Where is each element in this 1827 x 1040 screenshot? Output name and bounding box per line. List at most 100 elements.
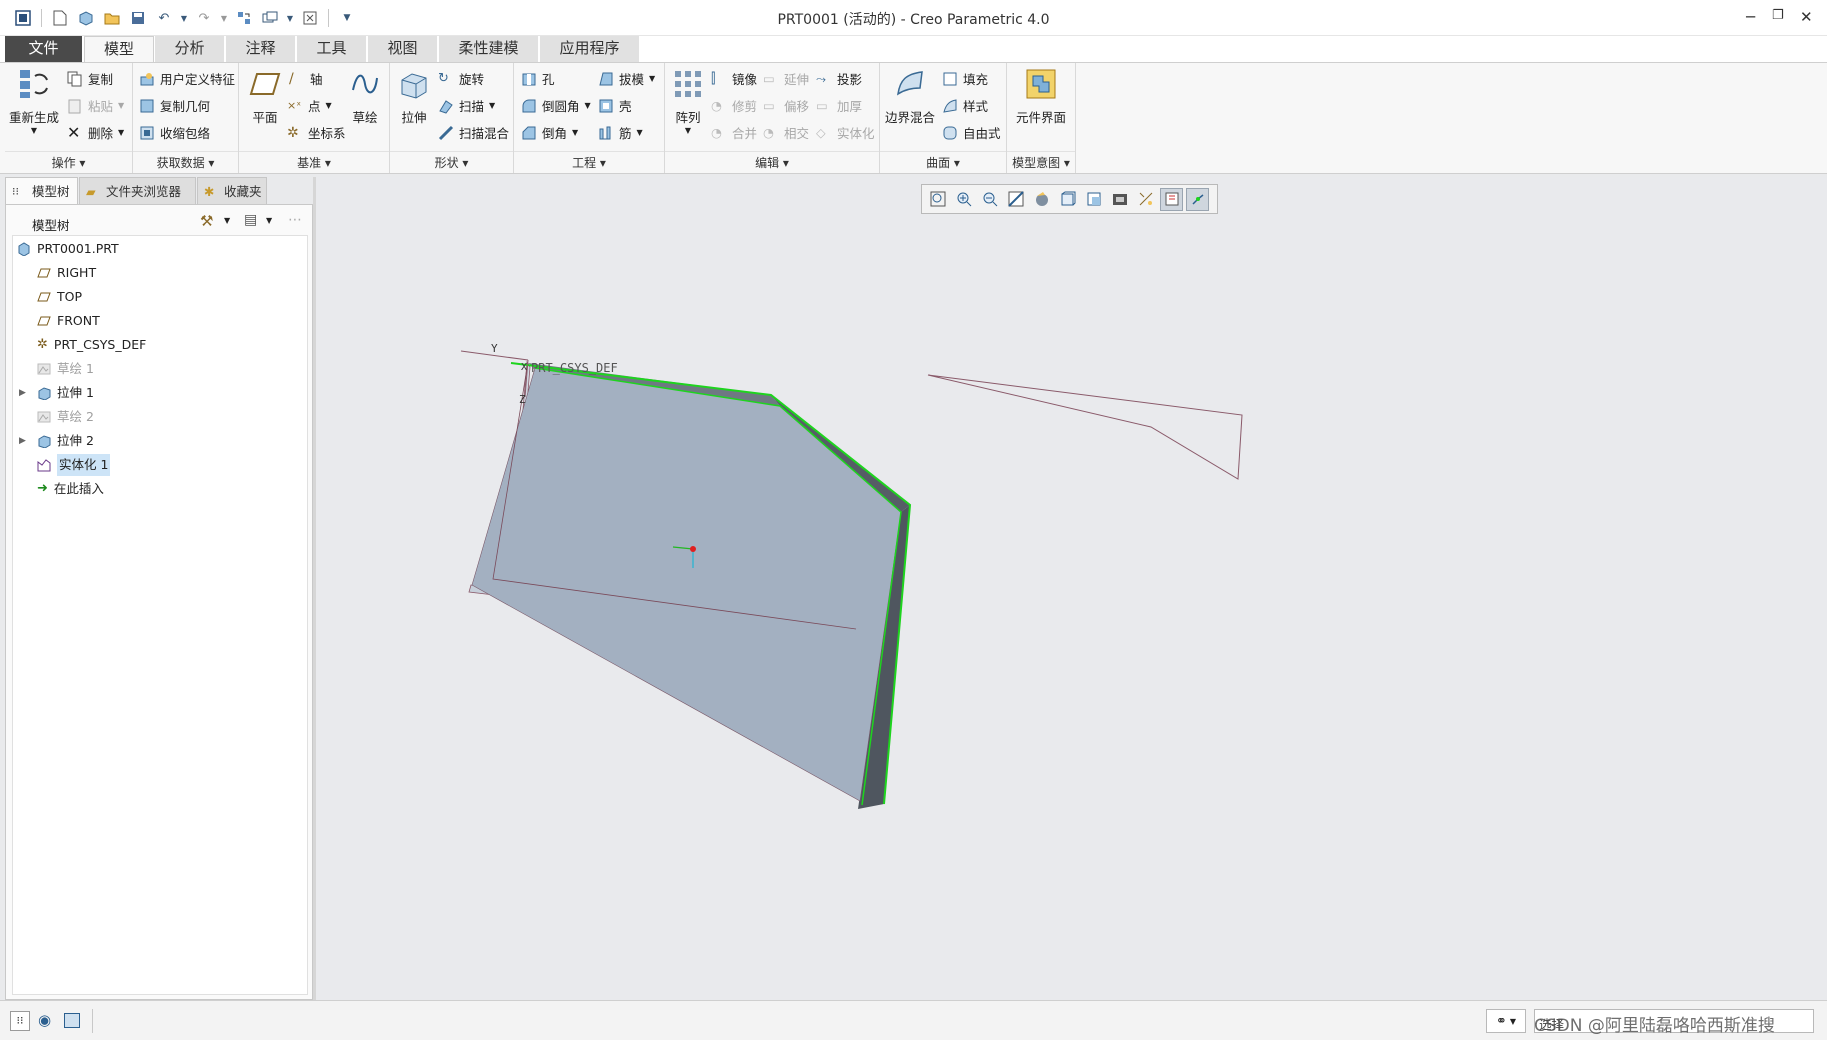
model-view[interactable]: Y Z X PRT_CSYS_DEF [316, 177, 1827, 1000]
fill-button[interactable]: 填充 [942, 69, 988, 88]
minimize-icon[interactable]: ─ [1746, 8, 1755, 26]
group-title-get-data[interactable]: 获取数据 ▾ [133, 151, 238, 173]
zoom-out-icon[interactable] [978, 188, 1001, 211]
tree-item-extrude-2[interactable]: ▶ 拉伸 2 [19, 430, 94, 452]
show-browser-icon[interactable]: ◉ [38, 1011, 51, 1029]
tree-show-icon[interactable]: ▤ [244, 212, 257, 228]
regenerate-button[interactable]: 重新生成 ▼ [7, 68, 61, 135]
merge-button[interactable]: ◔ 合并 [711, 123, 757, 142]
project-button[interactable]: ⤳ 投影 [816, 69, 862, 88]
copy-geometry-button[interactable]: 复制几何 [139, 96, 210, 115]
group-title-engineering[interactable]: 工程 ▾ [514, 151, 664, 173]
tab-model[interactable]: 模型 [84, 36, 154, 63]
tab-applications[interactable]: 应用程序 [540, 36, 640, 62]
refit-icon[interactable] [926, 188, 949, 211]
shrinkwrap-label: 收缩包络 [160, 126, 211, 141]
style-button[interactable]: 样式 [942, 96, 988, 115]
tree-item-sketch-2[interactable]: 草绘 2 [37, 406, 94, 428]
hole-button[interactable]: 孔 [521, 69, 555, 88]
udf-button[interactable]: 用户定义特征 [139, 69, 235, 88]
tree-item-solidify-1[interactable]: 实体化 1 [37, 454, 111, 476]
tree-item-sketch-1[interactable]: 草绘 1 [37, 358, 94, 380]
saved-orientations-icon[interactable] [1056, 188, 1079, 211]
swept-blend-button[interactable]: 扫描混合 [438, 123, 509, 142]
tab-view[interactable]: 视图 [368, 36, 438, 62]
trim-button[interactable]: ◔ 修剪 [711, 96, 757, 115]
group-title-operations[interactable]: 操作 ▾ [5, 151, 132, 173]
solidify-button[interactable]: ◇ 实体化 [816, 123, 875, 142]
extend-button[interactable]: ▭ 延伸 [763, 69, 809, 88]
axis-button[interactable]: / 轴 [289, 69, 323, 88]
paste-button[interactable]: 粘贴 ▼ [67, 96, 124, 115]
mirror-button[interactable]: ⫿ 镜像 [711, 69, 757, 88]
maximize-icon[interactable]: ❐ [1772, 8, 1784, 23]
close-icon[interactable]: ✕ [1800, 8, 1813, 26]
view-manager-icon[interactable] [1082, 188, 1105, 211]
component-interface-button[interactable]: 元件界面 [1009, 68, 1073, 126]
tree-settings-icon[interactable]: ⚒ [200, 212, 213, 230]
tree-item-extrude-1[interactable]: ▶ 拉伸 1 [19, 382, 94, 404]
tab-folder-browser[interactable]: ▰ 文件夹浏览器 [79, 177, 196, 205]
tab-file[interactable]: 文件 [5, 36, 83, 62]
show-navigator-icon[interactable]: ⁝⁝ [10, 1011, 30, 1031]
tree-settings-dropdown-icon[interactable]: ▼ [224, 216, 230, 225]
offset-button[interactable]: ▭ 偏移 [763, 96, 809, 115]
group-title-editing[interactable]: 编辑 ▾ [665, 151, 879, 173]
tab-tools[interactable]: 工具 [297, 36, 367, 62]
sweep-button[interactable]: 扫描 ▼ [438, 96, 495, 115]
tree-item-csys[interactable]: ✲ PRT_CSYS_DEF [37, 334, 146, 356]
round-button[interactable]: 倒圆角 ▼ [521, 96, 591, 115]
rib-button[interactable]: 筋 ▼ [598, 123, 643, 142]
point-button[interactable]: ×ˣ 点 ▼ [287, 96, 332, 115]
plane-button[interactable]: 平面 [243, 68, 287, 126]
tab-annotate[interactable]: 注释 [226, 36, 296, 62]
tree-item-front[interactable]: FRONT [37, 310, 100, 332]
display-style-icon[interactable] [1030, 188, 1053, 211]
spin-center-icon[interactable] [690, 546, 696, 552]
shell-button[interactable]: 壳 [598, 96, 632, 115]
extrude-button[interactable]: 拉伸 [392, 68, 436, 126]
csys-button[interactable]: ✲ 坐标系 [287, 123, 346, 142]
zoom-in-icon[interactable] [952, 188, 975, 211]
thicken-button[interactable]: ▭ 加厚 [816, 96, 862, 115]
tree-item-right[interactable]: RIGHT [37, 262, 96, 284]
draft-button[interactable]: 拔模 ▼ [598, 69, 655, 88]
group-title-shapes[interactable]: 形状 ▾ [390, 151, 513, 173]
regenerate-dropdown-icon[interactable]: ▼ [7, 126, 61, 135]
tree-show-dropdown-icon[interactable]: ▼ [266, 216, 272, 225]
graphics-window[interactable]: Y Z X PRT_CSYS_DEF [316, 177, 1827, 1000]
datum-display-filters-icon[interactable] [1134, 188, 1157, 211]
pattern-button[interactable]: 阵列 ▼ [668, 68, 708, 135]
group-title-datum[interactable]: 基准 ▾ [239, 151, 389, 173]
boundary-blend-button[interactable]: 边界混合 [882, 68, 938, 126]
expand-arrow-icon[interactable]: ▶ [19, 430, 31, 452]
revolve-icon: ↻ [438, 70, 449, 86]
tree-item-part[interactable]: PRT0001.PRT [17, 238, 119, 260]
spin-center-toggle-icon[interactable] [1186, 187, 1209, 211]
find-button[interactable]: ⚭ ▼ [1486, 1009, 1526, 1033]
shrinkwrap-button[interactable]: 收缩包络 [139, 123, 210, 142]
tree-item-insert-here[interactable]: ➜ 在此插入 [37, 478, 104, 500]
expand-arrow-icon[interactable]: ▶ [19, 382, 31, 404]
tree-filter-icon[interactable]: ⋯ [288, 212, 302, 228]
chamfer-button[interactable]: 倒角 ▼ [521, 123, 578, 142]
tab-analysis[interactable]: 分析 [155, 36, 225, 62]
annotation-display-icon[interactable] [1160, 187, 1183, 211]
full-screen-icon[interactable] [64, 1013, 80, 1028]
revolve-button[interactable]: ↻ 旋转 [438, 69, 484, 88]
sketch-button[interactable]: 草绘 [343, 68, 387, 126]
group-title-model-intent[interactable]: 模型意图 ▾ [1007, 151, 1075, 173]
copy-button[interactable]: 复制 [67, 69, 113, 88]
group-title-surfaces[interactable]: 曲面 ▾ [880, 151, 1006, 173]
tab-favorites[interactable]: ✱ 收藏夹 [197, 177, 267, 205]
tree-item-top[interactable]: TOP [37, 286, 82, 308]
tab-model-tree[interactable]: ⁝⁝ 模型树 [5, 177, 78, 205]
freestyle-button[interactable]: 自由式 [942, 123, 1001, 142]
round-icon [522, 99, 536, 112]
tab-flexible-modeling[interactable]: 柔性建模 [439, 36, 539, 62]
delete-button[interactable]: ✕ 删除 ▼ [67, 123, 124, 142]
perspective-view-icon[interactable] [1108, 188, 1131, 211]
intersect-button[interactable]: ◔ 相交 [763, 123, 809, 142]
repaint-icon[interactable] [1004, 188, 1027, 211]
fill-icon [943, 72, 957, 85]
